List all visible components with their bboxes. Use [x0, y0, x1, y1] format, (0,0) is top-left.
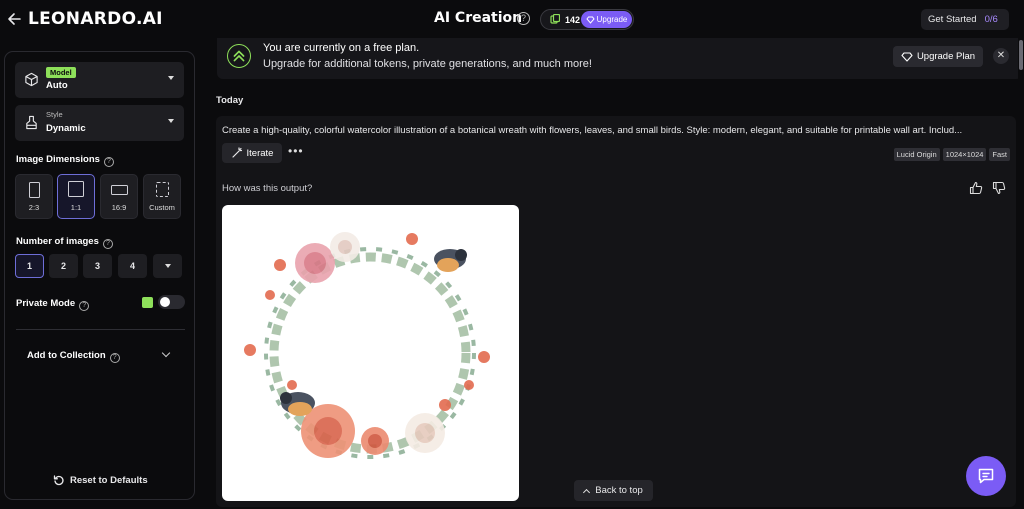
model-dropdown[interactable]: Model Auto [15, 62, 184, 98]
chevron-up-icon [583, 488, 591, 496]
resolution-tag: 1024×1024 [942, 148, 987, 161]
help-icon[interactable]: ? [102, 239, 113, 249]
add-to-collection-label: Add to Collection [27, 350, 106, 361]
banner-title: You are currently on a free plan. [263, 42, 420, 54]
image-dimensions-heading: Image Dimensions? [16, 154, 114, 167]
more-options-icon[interactable]: ••• [288, 144, 304, 158]
chevron-down-icon [168, 76, 174, 80]
reset-to-defaults-button[interactable]: Reset to Defaults [53, 474, 148, 486]
dimension-1-1[interactable]: 1:1 [57, 174, 95, 219]
upgrade-plan-label: Upgrade Plan [916, 51, 976, 62]
reset-icon [53, 475, 64, 486]
iterate-button[interactable]: Iterate [222, 143, 282, 163]
thumbs-up-icon[interactable] [969, 181, 983, 195]
chat-icon [978, 468, 994, 484]
chevrons-up-icon [227, 44, 251, 68]
back-to-top-label: Back to top [595, 485, 643, 496]
private-mode-toggle[interactable] [158, 295, 185, 309]
image-dimensions-label: Image Dimensions [16, 154, 100, 165]
image-count-4[interactable]: 4 [118, 254, 147, 278]
top-bar: LEONARDO.AI AI Creation ? 142 Upgrade Ge… [0, 0, 1024, 38]
get-started-progress: 0/6 [984, 14, 998, 25]
iterate-label: Iterate [246, 147, 274, 159]
chevron-down-icon[interactable] [161, 348, 171, 358]
help-icon[interactable]: ? [109, 353, 120, 363]
landscape-ratio-icon [111, 185, 128, 195]
back-to-top-button[interactable]: Back to top [574, 480, 653, 501]
model-value: Auto [46, 80, 68, 91]
token-count: 142 [565, 14, 581, 25]
style-label: Style [46, 110, 63, 119]
diamond-icon [586, 16, 595, 24]
style-dropdown[interactable]: Style Dynamic [15, 105, 184, 141]
dimension-custom[interactable]: Custom [143, 174, 181, 219]
settings-sidebar: Model Auto Style Dynamic Image Dimension… [4, 51, 195, 500]
back-arrow-icon[interactable] [6, 9, 22, 29]
get-started-label: Get Started [928, 14, 977, 25]
logo[interactable]: LEONARDO.AI [28, 9, 163, 29]
square-ratio-icon [68, 181, 84, 197]
chevron-down-icon [164, 264, 171, 268]
close-icon[interactable]: ✕ [993, 48, 1009, 64]
banner-subtitle: Upgrade for additional tokens, private g… [263, 58, 592, 70]
dimension-label: 2:3 [28, 203, 40, 212]
image-count-2[interactable]: 2 [49, 254, 78, 278]
generation-tags: Lucid Origin 1024×1024 Fast [891, 148, 1010, 161]
dimension-label: Custom [149, 203, 175, 212]
date-group-label: Today [216, 95, 244, 106]
dimension-label: 1:1 [70, 203, 82, 212]
dimension-2-3[interactable]: 2:3 [15, 174, 53, 219]
diamond-icon [901, 51, 913, 62]
upgrade-plan-button[interactable]: Upgrade Plan [893, 46, 983, 67]
chevron-down-icon [168, 119, 174, 123]
dimension-16-9[interactable]: 16:9 [100, 174, 138, 219]
get-started-button[interactable]: Get Started 0/6 [921, 9, 1009, 30]
number-of-images-label: Number of images [16, 236, 99, 247]
private-mode-label: Private Mode [16, 298, 76, 309]
cube-icon [25, 72, 38, 87]
page-title: AI Creation [434, 10, 523, 26]
thumbs-down-icon[interactable] [992, 181, 1006, 195]
upgrade-label: Upgrade [596, 15, 628, 24]
scrollbar-track[interactable] [1018, 38, 1024, 509]
toggle-knob [160, 297, 170, 307]
image-count-1[interactable]: 1 [15, 254, 44, 278]
number-of-images-heading: Number of images? [16, 236, 113, 249]
help-icon[interactable]: ? [103, 157, 114, 167]
model-badge: Model [46, 67, 76, 78]
image-count-more-dropdown[interactable] [153, 254, 182, 278]
generation-card: Create a high-quality, colorful watercol… [216, 116, 1016, 507]
private-mode-heading: Private Mode? [16, 298, 90, 311]
upgrade-button[interactable]: Upgrade [581, 11, 632, 28]
chat-support-button[interactable] [966, 456, 1006, 496]
help-icon[interactable]: ? [79, 301, 90, 311]
scrollbar-thumb[interactable] [1019, 40, 1023, 70]
shield-icon [142, 297, 153, 308]
custom-ratio-icon [156, 182, 169, 197]
portrait-ratio-icon [29, 182, 40, 198]
divider [16, 329, 185, 330]
free-plan-banner: You are currently on a free plan. Upgrad… [217, 38, 1022, 79]
feedback-question: How was this output? [222, 183, 313, 194]
watercolor-wreath-illustration [244, 232, 490, 459]
speed-tag: Fast [989, 148, 1010, 161]
prompt-text[interactable]: Create a high-quality, colorful watercol… [222, 125, 1011, 136]
add-to-collection-heading[interactable]: Add to Collection? [27, 350, 120, 363]
token-balance[interactable]: 142 Upgrade [540, 9, 634, 30]
image-count-3[interactable]: 3 [83, 254, 112, 278]
token-icon [550, 14, 560, 24]
generated-image[interactable] [222, 205, 519, 501]
model-tag: Lucid Origin [893, 148, 940, 161]
style-value: Dynamic [46, 123, 86, 134]
reset-label: Reset to Defaults [70, 474, 148, 486]
brush-icon [26, 115, 37, 130]
help-icon[interactable]: ? [517, 12, 530, 25]
dimension-label: 16:9 [111, 203, 127, 212]
magic-wand-icon [231, 147, 242, 158]
